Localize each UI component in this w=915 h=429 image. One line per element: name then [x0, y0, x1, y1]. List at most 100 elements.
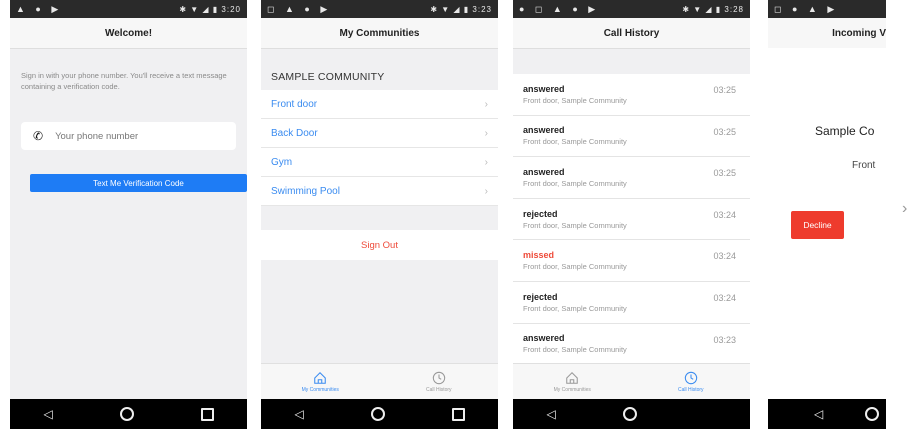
recent-apps-icon[interactable]	[200, 407, 214, 421]
home-icon[interactable]	[370, 407, 385, 421]
status-icons-left: ● ◻ ▲ ● ▶	[519, 3, 600, 14]
status-icons-left: ◻ ● ▲ ▶	[774, 3, 839, 14]
phone-icon: ✆	[33, 129, 44, 143]
call-status: answered	[523, 83, 565, 94]
tab-label: My Communities	[553, 386, 591, 393]
door-label: Gym	[271, 156, 293, 168]
status-icons-right: ✱ ▼ ◢ ▮ 3:23	[430, 4, 492, 14]
page-title: Call History	[513, 18, 750, 49]
status-icons-right: ✱ ▼ ◢ ▮ 3:28	[682, 4, 744, 14]
call-history-item[interactable]: missed Front door, Sample Community 03:2…	[513, 240, 750, 282]
call-time: 03:24	[713, 251, 736, 262]
call-location: Front door, Sample Community	[523, 262, 627, 272]
call-history-item[interactable]: answered Front door, Sample Community 03…	[513, 74, 750, 116]
call-history-item[interactable]: rejected Front door, Sample Community 03…	[513, 282, 750, 324]
page-title: Incoming V	[768, 18, 886, 49]
tab-call-history[interactable]: Call History	[380, 364, 499, 399]
call-history-item[interactable]: answered Front door, Sample Community 03…	[513, 157, 750, 199]
call-history-list: answered Front door, Sample Community 03…	[513, 74, 750, 366]
door-list: Front door › Back Door › Gym › Swimming …	[261, 90, 498, 206]
phone-input-container[interactable]: ✆	[21, 122, 236, 150]
tab-my-communities[interactable]: My Communities	[261, 364, 380, 399]
signin-instructions: Sign in with your phone number. You'll r…	[21, 71, 227, 91]
call-status: answered	[523, 166, 565, 177]
call-location: Front door, Sample Community	[523, 95, 627, 105]
incoming-call-screen: ◻ ● ▲ ▶ Incoming V Sample Co Front Decli…	[768, 0, 886, 429]
door-item-swimming-pool[interactable]: Swimming Pool ›	[261, 177, 498, 206]
home-icon	[314, 371, 327, 384]
call-location: Front door, Sample Community	[523, 345, 627, 355]
home-icon	[566, 371, 579, 384]
call-history-item[interactable]: rejected Front door, Sample Community 03…	[513, 199, 750, 241]
chevron-right-icon: ›	[484, 127, 488, 139]
tab-call-history[interactable]: Call History	[632, 364, 751, 399]
status-icons-right: ✱ ▼ ◢ ▮ 3:20	[179, 4, 241, 14]
text-verification-code-button[interactable]: Text Me Verification Code	[30, 174, 247, 192]
home-icon[interactable]	[865, 407, 880, 421]
call-history-item[interactable]: answered Front door, Sample Community 03…	[513, 324, 750, 366]
door-item-front-door[interactable]: Front door ›	[261, 90, 498, 119]
incoming-community-name: Sample Co	[815, 124, 875, 138]
android-nav-bar: ◁	[768, 399, 886, 429]
status-bar: ▲ ● ▶ ✱ ▼ ◢ ▮ 3:20	[10, 0, 247, 18]
door-label: Front door	[271, 98, 318, 110]
chevron-right-icon: ›	[484, 185, 488, 197]
incoming-door-name: Front	[852, 160, 876, 171]
home-icon[interactable]	[119, 407, 134, 421]
back-icon[interactable]: ◁	[43, 407, 52, 421]
status-bar: ◻ ● ▲ ▶	[768, 0, 886, 18]
phone-number-input[interactable]	[53, 129, 208, 143]
page-title: My Communities	[261, 18, 498, 49]
android-nav-bar: ◁	[10, 399, 247, 429]
call-location: Front door, Sample Community	[523, 137, 627, 147]
tab-label: My Communities	[301, 386, 339, 393]
call-status: answered	[523, 333, 565, 344]
status-icons-left: ◻ ▲ ● ▶	[267, 3, 332, 14]
call-time: 03:24	[713, 292, 736, 303]
tab-my-communities[interactable]: My Communities	[513, 364, 632, 399]
call-status: answered	[523, 125, 565, 136]
call-status: missed	[523, 250, 555, 261]
call-location: Front door, Sample Community	[523, 220, 627, 230]
call-history-item[interactable]: answered Front door, Sample Community 03…	[513, 116, 750, 158]
back-icon[interactable]: ◁	[814, 407, 823, 421]
door-label: Swimming Pool	[271, 185, 340, 197]
status-icons-left: ▲ ● ▶	[16, 3, 63, 14]
home-icon[interactable]	[622, 407, 637, 421]
call-time: 03:23	[713, 334, 736, 345]
status-bar: ◻ ▲ ● ▶ ✱ ▼ ◢ ▮ 3:23	[261, 0, 498, 18]
call-location: Front door, Sample Community	[523, 303, 627, 313]
communities-screen: ◻ ▲ ● ▶ ✱ ▼ ◢ ▮ 3:23 My Communities SAMP…	[261, 0, 498, 429]
android-nav-bar: ◁	[261, 399, 498, 429]
tab-bar: My Communities Call History	[261, 363, 498, 399]
chevron-right-icon[interactable]: ›	[902, 200, 907, 218]
call-status: rejected	[523, 291, 558, 302]
back-icon[interactable]: ◁	[294, 407, 303, 421]
status-bar: ● ◻ ▲ ● ▶ ✱ ▼ ◢ ▮ 3:28	[513, 0, 750, 18]
call-location: Front door, Sample Community	[523, 178, 627, 188]
page-title: Welcome!	[10, 18, 247, 49]
android-nav-bar: ◁	[513, 399, 750, 429]
chevron-right-icon: ›	[484, 98, 488, 110]
call-time: 03:25	[713, 126, 736, 137]
call-time: 03:25	[713, 85, 736, 95]
call-time: 03:25	[713, 168, 736, 179]
tab-label: Call History	[425, 386, 452, 393]
chevron-right-icon: ›	[484, 156, 488, 168]
sign-out-button[interactable]: Sign Out	[261, 230, 498, 260]
clock-icon	[432, 371, 445, 384]
door-item-back-door[interactable]: Back Door ›	[261, 119, 498, 148]
tab-bar: My Communities Call History	[513, 363, 750, 399]
door-label: Back Door	[271, 127, 318, 139]
community-header: SAMPLE COMMUNITY	[271, 71, 385, 83]
clock-icon	[684, 371, 697, 384]
call-history-screen: ● ◻ ▲ ● ▶ ✱ ▼ ◢ ▮ 3:28 Call History answ…	[513, 0, 750, 429]
tab-label: Call History	[677, 386, 704, 393]
recent-apps-icon[interactable]	[451, 407, 465, 421]
door-item-gym[interactable]: Gym ›	[261, 148, 498, 177]
welcome-screen: ▲ ● ▶ ✱ ▼ ◢ ▮ 3:20 Welcome! Sign in with…	[10, 0, 247, 429]
decline-button[interactable]: Decline	[791, 211, 844, 239]
call-time: 03:24	[713, 209, 736, 220]
back-icon[interactable]: ◁	[546, 407, 555, 421]
call-status: rejected	[523, 208, 558, 219]
